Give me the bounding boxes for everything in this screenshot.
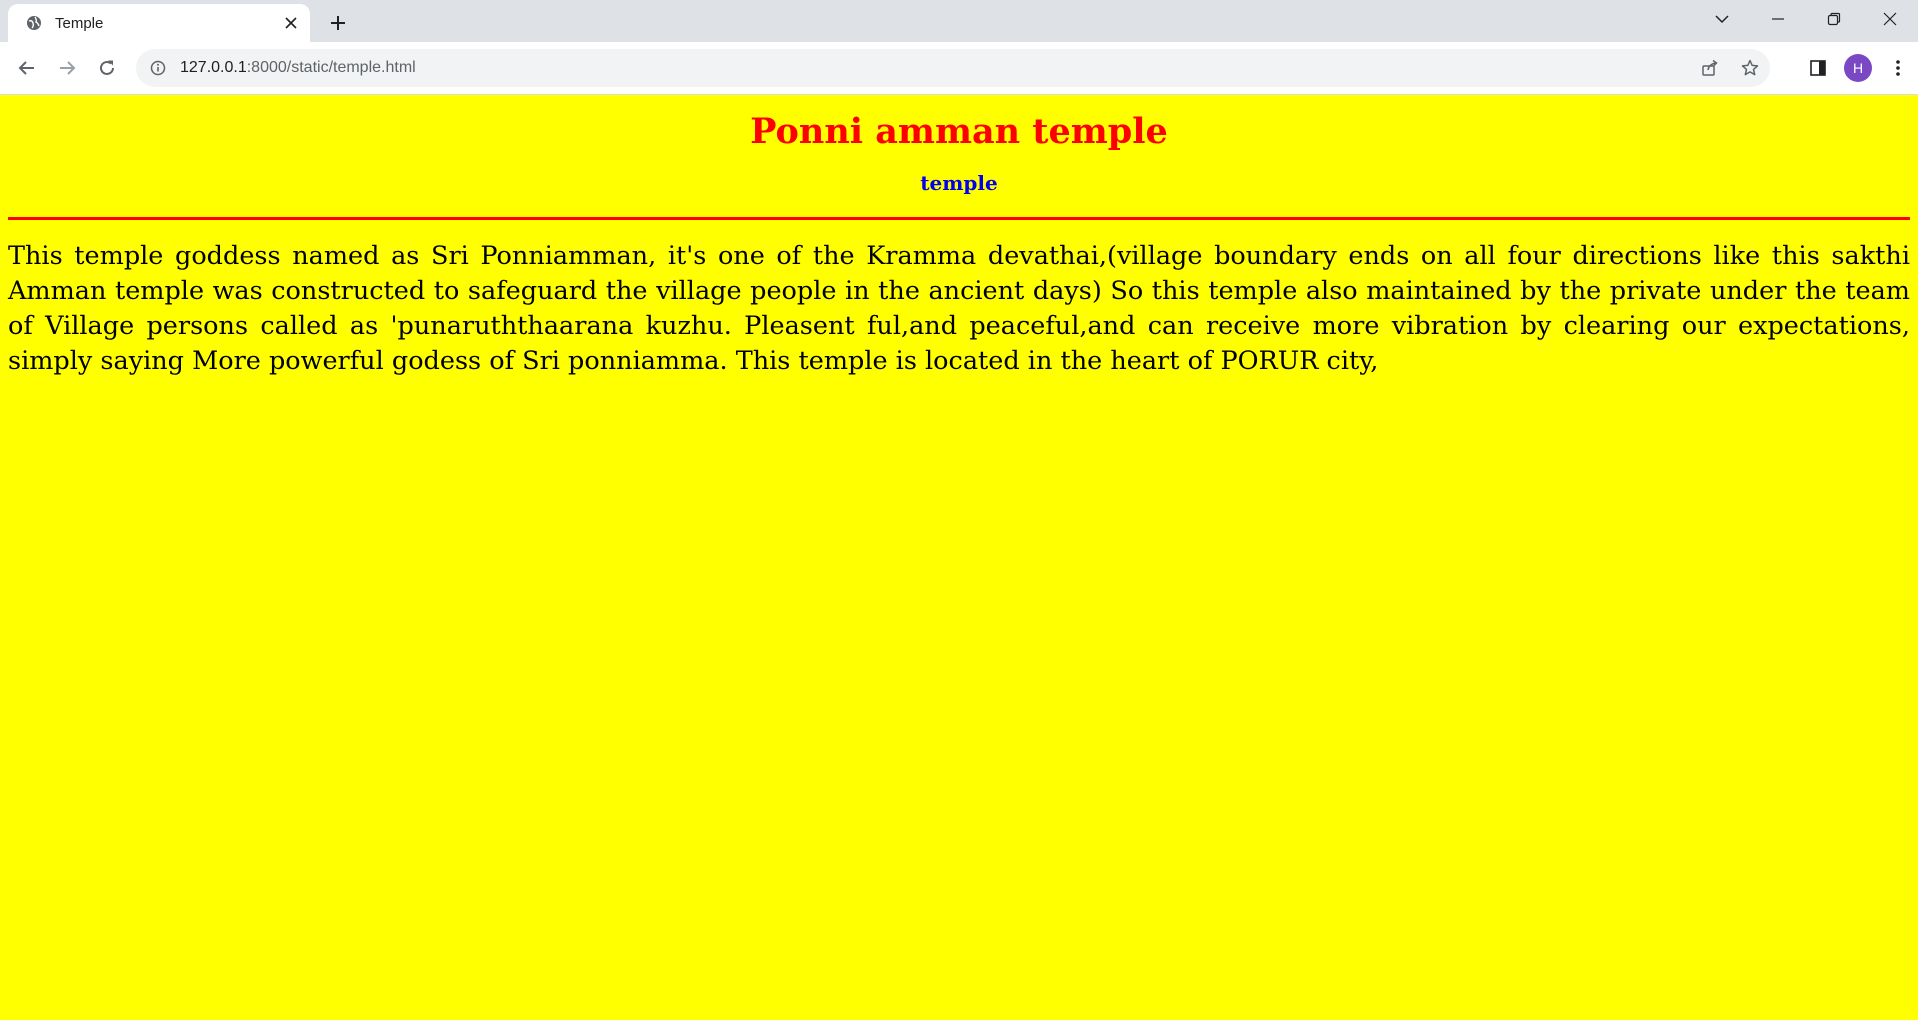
omnibox-actions <box>1690 49 1770 87</box>
tab-close-icon[interactable] <box>280 12 302 34</box>
page-viewport: Ponni amman temple temple This temple go… <box>0 95 1918 1020</box>
page-subtitle: temple <box>920 171 998 195</box>
close-window-icon[interactable] <box>1862 0 1918 38</box>
url-path: :8000/static/temple.html <box>246 59 416 76</box>
tab-temple[interactable]: Temple <box>8 4 310 42</box>
address-bar[interactable]: 127.0.0.1:8000/static/temple.html <box>136 49 1770 87</box>
share-icon[interactable] <box>1690 49 1730 87</box>
avatar: H <box>1844 54 1872 82</box>
url-text[interactable]: 127.0.0.1:8000/static/temple.html <box>180 59 416 77</box>
minimize-icon[interactable] <box>1750 0 1806 38</box>
browser-window: Temple 127.0.0.1:8000/static/temple.html… <box>0 0 1918 1020</box>
side-panel-icon[interactable] <box>1798 52 1838 84</box>
bookmark-star-icon[interactable] <box>1730 49 1770 87</box>
toolbar-right: H <box>1798 52 1918 84</box>
tab-title: Temple <box>55 14 104 32</box>
new-tab-plus-icon[interactable] <box>324 9 352 37</box>
tab-search-chevron-down-icon[interactable] <box>1694 0 1750 38</box>
globe-icon <box>25 14 43 32</box>
reload-icon[interactable] <box>91 52 123 84</box>
url-host: 127.0.0.1 <box>180 59 247 76</box>
window-controls <box>1694 0 1918 40</box>
page-title: Ponni amman temple <box>750 111 1168 152</box>
back-arrow-icon[interactable] <box>11 52 43 84</box>
tab-strip: Temple <box>0 0 1918 42</box>
temple-description: This temple goddess named as Sri Ponniam… <box>8 241 1910 376</box>
more-menu-icon[interactable] <box>1878 52 1918 84</box>
forward-arrow-icon[interactable] <box>51 52 83 84</box>
browser-toolbar: 127.0.0.1:8000/static/temple.html H <box>0 42 1918 95</box>
page-content: Ponni amman temple temple This temple go… <box>0 109 1918 379</box>
profile-avatar[interactable]: H <box>1838 52 1878 84</box>
site-info-icon[interactable] <box>148 58 168 78</box>
horizontal-rule <box>8 217 1910 220</box>
restore-icon[interactable] <box>1806 0 1862 38</box>
